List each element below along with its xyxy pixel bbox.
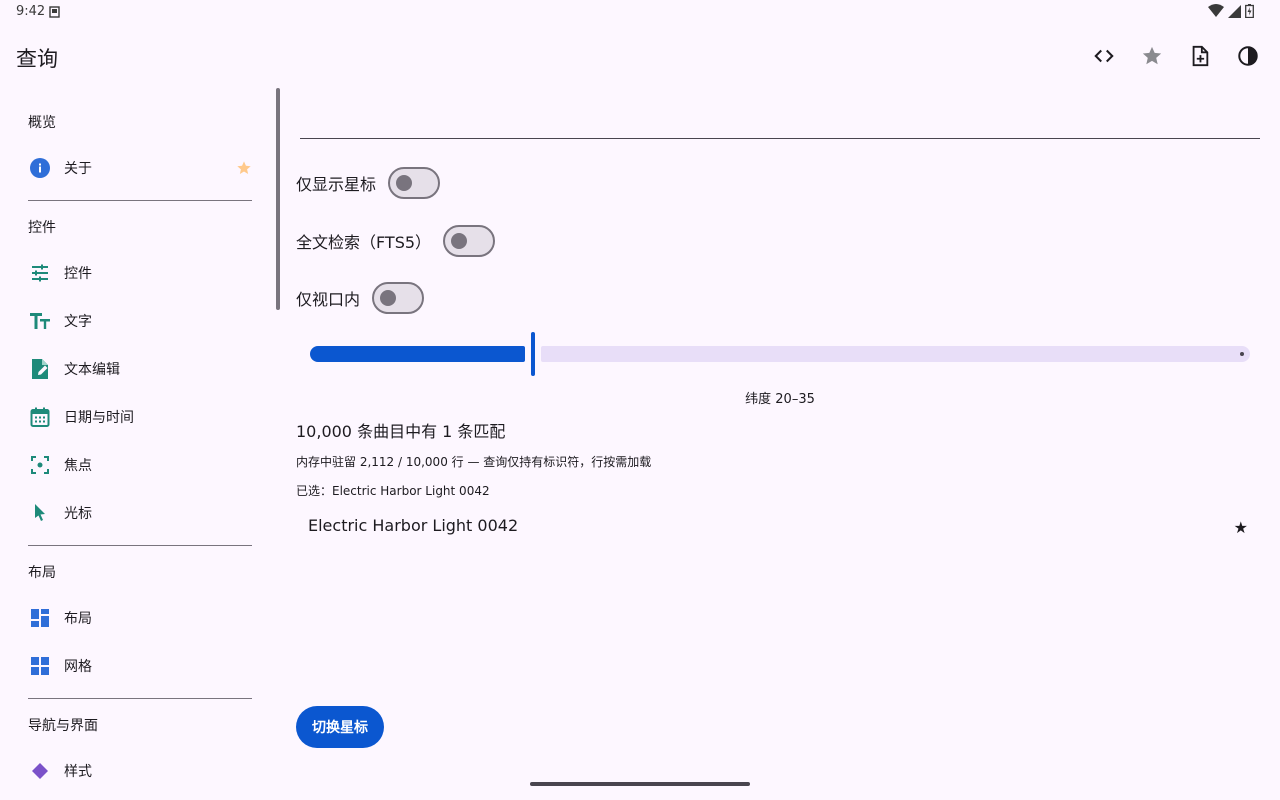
style-icon — [28, 759, 52, 783]
cursor-arrow-icon — [28, 501, 52, 525]
new-note-button[interactable] — [1188, 44, 1212, 68]
sidebar-item-label: 文本编辑 — [64, 362, 120, 378]
theme-toggle-button[interactable] — [1236, 44, 1260, 68]
main-content: 仅显示星标 全文检索（FTS5） 仅视口内 纬度 20–35 10,000 条曲… — [296, 88, 1264, 800]
latitude-slider[interactable] — [310, 332, 1250, 376]
search-input[interactable] — [300, 138, 1260, 139]
code-button[interactable] — [1092, 44, 1116, 68]
memory-status: 内存中驻留 2,112 / 10,000 行 — 查询仅持有标识符，行按需加载 — [296, 455, 652, 469]
sidebar-item-style[interactable]: 样式 — [16, 749, 260, 793]
toggle-row-full-text-search: 全文检索（FTS5） — [296, 225, 496, 257]
sidebar-item-label: 焦点 — [64, 458, 92, 474]
toggle-label: 仅显示星标 — [296, 175, 377, 194]
notification-screenshot-icon — [49, 6, 60, 18]
status-indicators — [1208, 4, 1254, 18]
sidebar-item-controls[interactable]: 控件 — [16, 251, 260, 295]
section-header-controls: 控件 — [28, 220, 56, 236]
sidebar-item-cursor[interactable]: 光标 — [16, 491, 260, 535]
viewport-only-switch[interactable] — [372, 282, 425, 314]
slider-caption: 纬度 20–35 — [745, 392, 815, 407]
gesture-navigation-bar[interactable] — [530, 782, 750, 786]
app-bar-actions — [1092, 44, 1260, 68]
sidebar-item-date-time[interactable]: 日期与时间 — [16, 395, 260, 439]
note-add-icon — [1192, 45, 1209, 67]
sidebar-item-label: 日期与时间 — [64, 410, 134, 426]
sidebar-item-label: 光标 — [64, 506, 92, 522]
section-header-overview: 概览 — [28, 115, 56, 131]
toggle-label: 全文检索（FTS5） — [296, 233, 432, 252]
contrast-icon — [1238, 46, 1258, 66]
sidebar-divider — [28, 200, 252, 201]
sidebar-item-label: 样式 — [64, 764, 92, 780]
sidebar-item-label: 控件 — [64, 266, 92, 282]
code-icon — [1094, 49, 1114, 63]
sidebar-item-label: 网格 — [64, 659, 92, 675]
signal-icon — [1228, 4, 1241, 18]
switch-thumb — [380, 290, 397, 306]
slider-stop-indicator — [1240, 352, 1244, 356]
toggle-row-viewport-only: 仅视口内 — [296, 282, 425, 314]
sidebar-divider — [28, 545, 252, 546]
grid-icon — [28, 654, 52, 678]
text-fields-icon — [28, 309, 52, 333]
slider-active-track — [310, 346, 525, 362]
switch-thumb — [451, 233, 468, 249]
toggle-row-starred-only: 仅显示星标 — [296, 167, 441, 199]
list-item-title: Electric Harbor Light 0042 — [308, 516, 519, 535]
favorite-button[interactable] — [1140, 44, 1164, 68]
top-app-bar: 查询 — [0, 30, 1280, 86]
wifi-icon — [1208, 4, 1224, 17]
slider-handle[interactable] — [531, 332, 535, 376]
edit-document-icon — [28, 357, 52, 381]
dashboard-icon — [28, 606, 52, 630]
navigation-drawer: 概览 关于 控件 控件 文字 文本编辑 日期与时间 焦点 光标 布局 布局 网格… — [0, 88, 276, 800]
toggle-star-button[interactable]: 切换星标 — [296, 706, 384, 748]
star-icon[interactable]: ★ — [1234, 518, 1248, 537]
status-bar: 9:42 — [0, 0, 1280, 24]
page-title: 查询 — [16, 47, 58, 71]
status-time: 9:42 — [16, 4, 46, 19]
sidebar-item-text-editing[interactable]: 文本编辑 — [16, 347, 260, 391]
calendar-icon — [28, 405, 52, 429]
battery-icon — [1245, 4, 1254, 18]
slider-inactive-track — [541, 346, 1250, 362]
favorite-star-icon[interactable] — [236, 160, 252, 176]
sidebar-item-focus[interactable]: 焦点 — [16, 443, 260, 487]
sidebar-item-grid[interactable]: 网格 — [16, 644, 260, 688]
selected-item: 已选：Electric Harbor Light 0042 — [296, 484, 490, 498]
sidebar-item-text[interactable]: 文字 — [16, 299, 260, 343]
sidebar-divider — [28, 698, 252, 699]
star-icon — [1142, 46, 1162, 65]
switch-thumb — [396, 175, 413, 191]
result-count: 10,000 条曲目中有 1 条匹配 — [296, 422, 506, 441]
sidebar-item-label: 布局 — [64, 611, 92, 627]
sidebar-item-label: 文字 — [64, 314, 92, 330]
toggle-label: 仅视口内 — [296, 290, 361, 309]
center-focus-icon — [28, 453, 52, 477]
info-icon — [28, 156, 52, 180]
sidebar-item-layout[interactable]: 布局 — [16, 596, 260, 640]
section-header-layout: 布局 — [28, 565, 56, 581]
sidebar-scrollbar[interactable] — [276, 88, 280, 310]
sidebar-item-label: 关于 — [64, 161, 92, 177]
full-text-search-switch[interactable] — [443, 225, 496, 257]
sidebar-item-about[interactable]: 关于 — [16, 146, 260, 190]
list-item[interactable]: Electric Harbor Light 0042 ★ — [296, 506, 1260, 546]
tune-icon — [28, 261, 52, 285]
starred-only-switch[interactable] — [388, 167, 441, 199]
section-header-navigation: 导航与界面 — [28, 718, 98, 734]
